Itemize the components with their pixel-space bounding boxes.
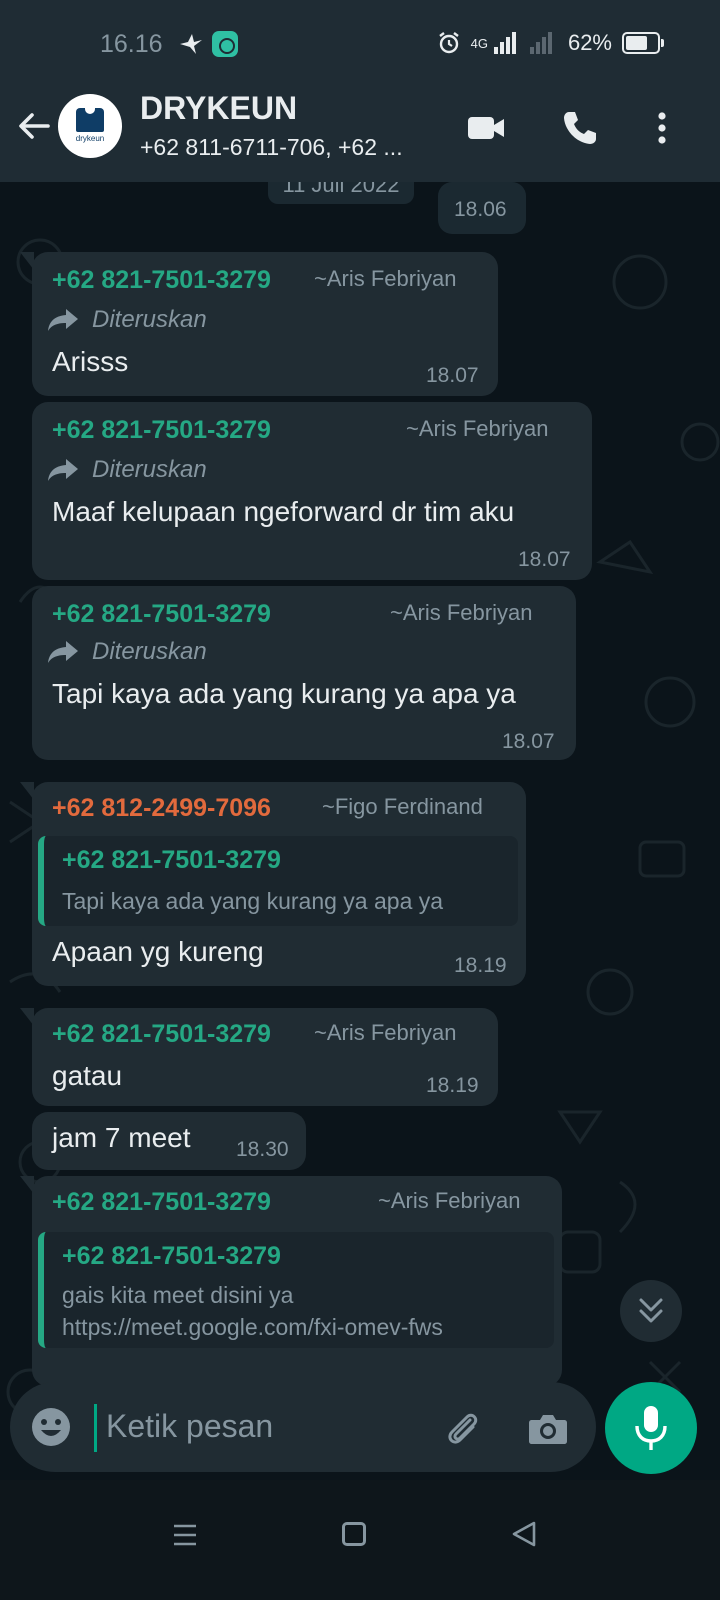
message-sender[interactable]: +62 821-7501-3279 [52, 416, 271, 445]
voice-message-button[interactable] [605, 1382, 697, 1474]
battery-percent: 62% [567, 30, 612, 55]
message-time: 18.07 [502, 730, 555, 753]
home-icon[interactable] [342, 1522, 366, 1546]
app-notification-icon [212, 31, 238, 57]
attach-icon[interactable] [440, 1406, 484, 1450]
forwarded-label: Diteruskan [46, 306, 207, 334]
message-sender-alias: ~Aris Febriyan [378, 1188, 521, 1213]
signal-2-icon [529, 32, 552, 54]
network-type: 4G [470, 35, 488, 51]
forward-arrow-icon [48, 641, 78, 663]
message-text: jam 7 meet [52, 1122, 191, 1153]
quoted-text-line-2: https://meet.google.com/fxi-omev-fws [62, 1314, 443, 1340]
scroll-to-bottom-button[interactable] [620, 1280, 682, 1342]
alarm-icon [438, 32, 459, 54]
video-call-icon[interactable] [464, 106, 508, 150]
message-text: Apaan yg kureng [52, 936, 264, 967]
forwarded-text: Diteruskan [92, 638, 207, 665]
message-bubble[interactable]: +62 821-7501-3279 ~Aris Febriyan Diterus… [32, 586, 576, 760]
message-sender-alias: ~Figo Ferdinand [322, 794, 483, 819]
group-avatar[interactable]: drykeun [58, 94, 122, 158]
back-arrow-icon[interactable] [14, 106, 54, 146]
status-right: 4G 62% [437, 30, 664, 56]
quoted-sender: +62 821-7501-3279 [62, 1242, 281, 1270]
message-sender-alias: ~Aris Febriyan [390, 600, 533, 625]
message-text: gatau [52, 1060, 123, 1091]
quoted-message[interactable]: +62 821-7501-3279 Tapi kaya ada yang kur… [38, 836, 518, 926]
forwarded-label: Diteruskan [46, 456, 207, 484]
message-input-bar[interactable]: Ketik pesan [10, 1382, 596, 1472]
time-chip: 18.06 [438, 182, 526, 234]
message-text: Maaf kelupaan ngeforward dr tim aku [52, 496, 515, 527]
phone-icon[interactable] [558, 106, 602, 150]
recent-apps-icon[interactable] [172, 1522, 198, 1548]
message-time: 18.07 [518, 548, 571, 571]
forwarded-text: Diteruskan [92, 306, 207, 333]
tshirt-logo-icon [76, 108, 104, 132]
message-sender-alias: ~Aris Febriyan [314, 1020, 457, 1045]
quoted-text-line-1: gais kita meet disini ya [62, 1282, 294, 1308]
message-time: 18.30 [236, 1138, 289, 1161]
chat-participants[interactable]: +62 811-6711-706, +62 ... [140, 134, 403, 161]
camera-icon[interactable] [526, 1406, 570, 1450]
bird-notification-icon [180, 34, 202, 54]
signal-icon [493, 32, 516, 54]
message-time: 18.19 [454, 954, 507, 977]
top-bar: 16.16 4G 62% drykeun DRYKEUN +62 811-671… [0, 0, 720, 182]
nav-back-icon[interactable] [510, 1520, 538, 1548]
message-sender[interactable]: +62 821-7501-3279 [52, 266, 271, 295]
message-sender[interactable]: +62 821-7501-3279 [52, 1020, 271, 1049]
time-chip-text: 18.06 [454, 198, 507, 221]
chat-area[interactable]: 11 Juli 2022 18.06 +62 821-7501-3279 ~Ar… [0, 182, 720, 1480]
message-time: 18.07 [426, 364, 479, 387]
message-bubble[interactable]: +62 821-7501-3279 ~Aris Febriyan +62 821… [20, 1176, 562, 1386]
message-bubble[interactable]: jam 7 meet 18.30 [32, 1112, 306, 1170]
microphone-icon [635, 1406, 667, 1450]
message-time: 18.19 [426, 1074, 479, 1097]
system-nav-bar [0, 1480, 720, 1600]
chat-title[interactable]: DRYKEUN [140, 90, 297, 127]
message-input[interactable]: Ketik pesan [106, 1408, 273, 1445]
message-bubble[interactable]: +62 821-7501-3279 ~Aris Febriyan gatau 1… [20, 1008, 498, 1106]
double-chevron-down-icon [639, 1298, 663, 1323]
message-bubble[interactable]: +62 812-2499-7096 ~Figo Ferdinand +62 82… [20, 782, 526, 986]
forwarded-text: Diteruskan [92, 456, 207, 483]
status-bar: 16.16 4G 62% [0, 0, 720, 90]
date-chip: 11 Juli 2022 [268, 182, 414, 204]
quoted-sender: +62 821-7501-3279 [62, 846, 281, 874]
forwarded-label: Diteruskan [46, 638, 207, 666]
forward-arrow-icon [48, 459, 78, 481]
status-time: 16.16 [100, 30, 163, 58]
message-text: Arisss [52, 346, 129, 377]
avatar-brand: drykeun [75, 134, 105, 143]
message-text: Tapi kaya ada yang kurang ya apa ya [52, 678, 516, 709]
battery-icon [622, 32, 664, 54]
emoji-icon[interactable] [30, 1406, 72, 1448]
message-bubble[interactable]: +62 821-7501-3279 ~Aris Febriyan Diterus… [32, 402, 592, 580]
message-sender[interactable]: +62 821-7501-3279 [52, 600, 271, 629]
message-sender-alias: ~Aris Febriyan [406, 416, 549, 441]
forward-arrow-icon [48, 309, 78, 331]
quoted-message[interactable]: +62 821-7501-3279 gais kita meet disini … [38, 1232, 554, 1348]
text-caret [94, 1404, 97, 1452]
message-bubble[interactable]: +62 821-7501-3279 ~Aris Febriyan Diterus… [20, 252, 498, 396]
message-sender-alias: ~Aris Febriyan [314, 266, 457, 291]
quoted-text: Tapi kaya ada yang kurang ya apa ya [62, 888, 444, 914]
message-sender[interactable]: +62 812-2499-7096 [52, 794, 271, 823]
chat-header[interactable]: drykeun DRYKEUN +62 811-6711-706, +62 ..… [0, 90, 720, 182]
more-vert-icon[interactable] [640, 106, 684, 150]
message-sender[interactable]: +62 821-7501-3279 [52, 1188, 271, 1217]
